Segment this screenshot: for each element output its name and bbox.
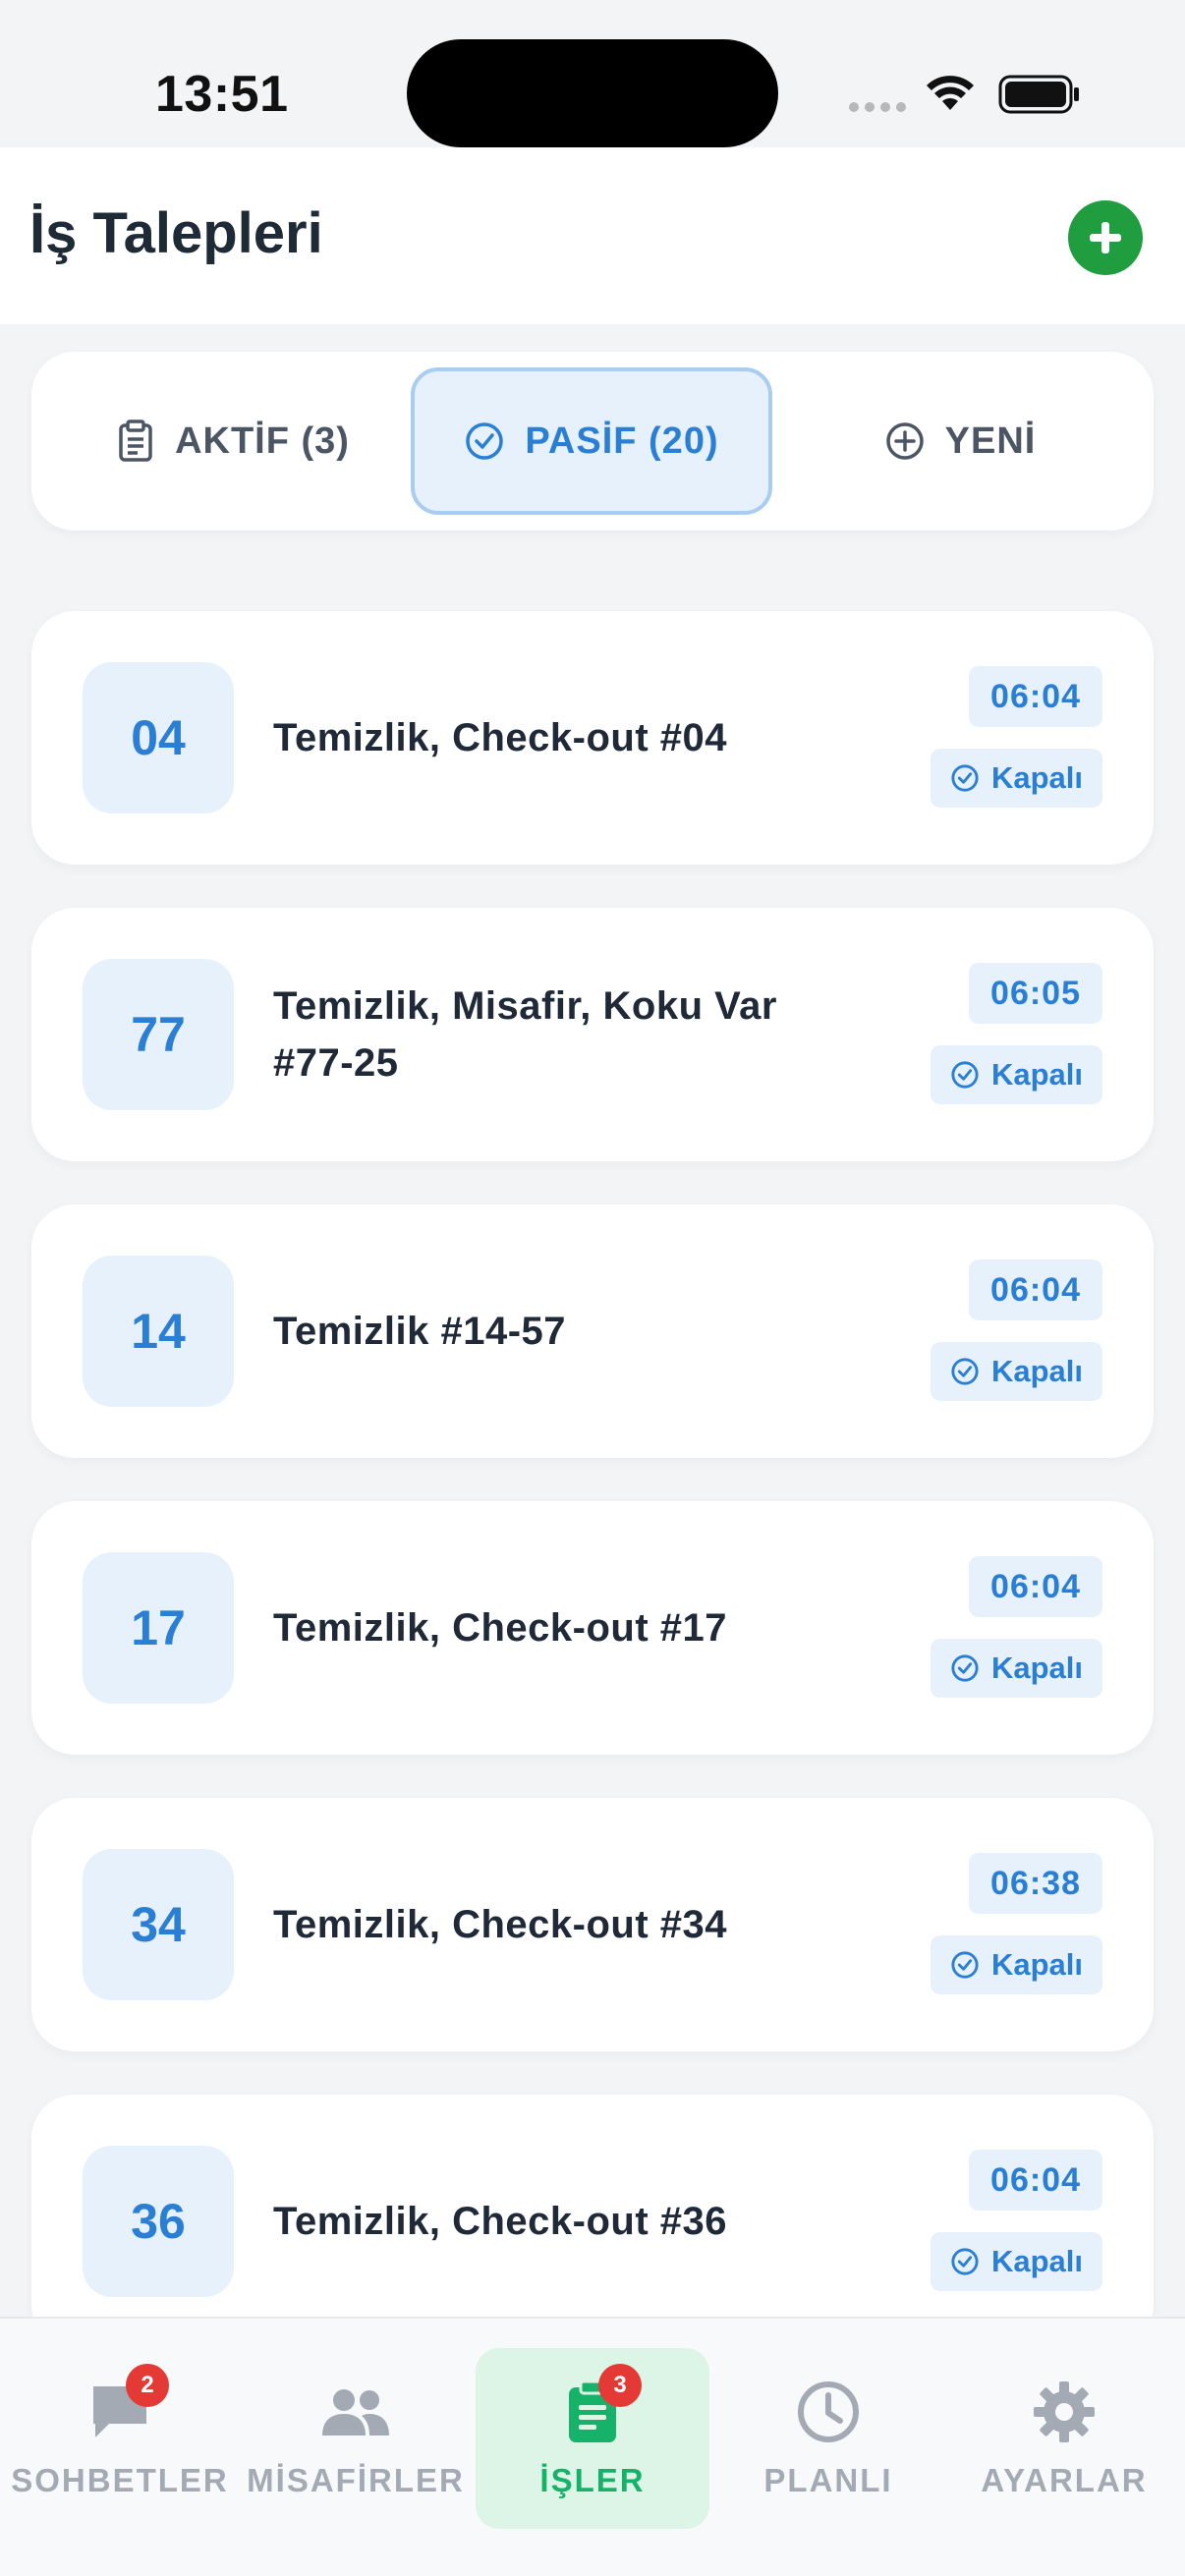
job-title: Temizlik, Check-out #04: [273, 716, 728, 759]
check-circle-icon: [951, 1061, 979, 1089]
page-title: İş Talepleri: [29, 201, 323, 265]
time-badge: 06:05: [969, 963, 1102, 1024]
status-label: Kapalı: [990, 1354, 1083, 1388]
status-badge: Kapalı: [930, 749, 1102, 808]
nav-isler[interactable]: 3 İŞLER: [476, 2348, 709, 2529]
clock-icon: [798, 2381, 859, 2442]
time-badge: 06:38: [969, 1853, 1102, 1914]
status-label: Kapalı: [990, 2244, 1083, 2278]
check-circle-icon: [951, 1358, 979, 1385]
status-tabs: AKTİF (3) PASİF (20) YENİ: [31, 352, 1154, 531]
dynamic-island: [407, 39, 778, 147]
battery-icon: [998, 75, 1079, 114]
job-card[interactable]: 36 Temizlik, Check-out #36 06:04 Kapalı: [31, 2095, 1154, 2348]
job-title: Temizlik, Check-out #36: [273, 2200, 728, 2243]
room-number: 36: [83, 2146, 234, 2297]
tab-yeni-label: YENİ: [944, 420, 1037, 462]
status-badge: Kapalı: [930, 1639, 1102, 1698]
status-badge: Kapalı: [930, 2232, 1102, 2291]
status-badge: Kapalı: [930, 1935, 1102, 1994]
plus-circle-icon: [885, 422, 924, 460]
wifi-icon: [927, 76, 974, 110]
status-label: Kapalı: [990, 760, 1083, 795]
time-badge: 06:04: [969, 1556, 1102, 1617]
nav-ayarlar[interactable]: AYARLAR: [947, 2348, 1181, 2529]
check-circle-icon: [951, 1951, 979, 1979]
time-badge: 06:04: [969, 1260, 1102, 1320]
job-title: Temizlik, Check-out #34: [273, 1903, 728, 1946]
tab-yeni[interactable]: YENİ: [798, 367, 1122, 515]
status-bar: 13:51: [0, 0, 1185, 147]
nav-label: İŞLER: [539, 2462, 646, 2498]
room-number: 34: [83, 1849, 234, 2000]
job-title: Temizlik, Check-out #17: [273, 1606, 728, 1650]
room-number: 04: [83, 662, 234, 813]
cellular-signal-icon: [849, 102, 906, 112]
check-circle-icon: [466, 422, 504, 460]
nav-label: MİSAFİRLER: [247, 2462, 465, 2498]
tab-pasif-label: PASİF (20): [525, 420, 719, 462]
nav-label: AYARLAR: [981, 2462, 1148, 2498]
status-badge: Kapalı: [930, 1045, 1102, 1104]
add-request-button[interactable]: [1068, 200, 1143, 275]
gear-icon: [1034, 2381, 1095, 2442]
job-title: Temizlik #14-57: [273, 1310, 567, 1353]
time-badge: 06:04: [969, 666, 1102, 727]
status-time: 13:51: [155, 66, 289, 123]
unread-badge: 2: [126, 2364, 169, 2407]
time-badge: 06:04: [969, 2150, 1102, 2211]
job-card[interactable]: 14 Temizlik #14-57 06:04 Kapalı: [31, 1204, 1154, 1458]
status-label: Kapalı: [990, 1947, 1083, 1982]
status-label: Kapalı: [990, 1057, 1083, 1092]
check-circle-icon: [951, 1654, 979, 1682]
status-badge: Kapalı: [930, 1342, 1102, 1401]
people-icon: [322, 2389, 389, 2436]
nav-sohbetler[interactable]: 2 SOHBETLER: [3, 2348, 237, 2529]
tab-pasif[interactable]: PASİF (20): [411, 367, 772, 515]
tab-aktif[interactable]: AKTİF (3): [71, 367, 395, 515]
job-card[interactable]: 34 Temizlik, Check-out #34 06:38 Kapalı: [31, 1798, 1154, 2051]
status-label: Kapalı: [990, 1651, 1083, 1685]
nav-misafirler[interactable]: MİSAFİRLER: [239, 2348, 473, 2529]
room-number: 14: [83, 1256, 234, 1407]
check-circle-icon: [951, 2248, 979, 2275]
task-count-badge: 3: [598, 2364, 642, 2407]
clipboard-icon: [119, 420, 152, 462]
check-circle-icon: [951, 764, 979, 792]
nav-label: SOHBETLER: [11, 2462, 229, 2498]
nav-label: PLANLI: [763, 2462, 893, 2498]
screen: 13:51 İş Talepleri AKTİF (3) PASİF (20) …: [0, 0, 1185, 2576]
room-number: 77: [83, 959, 234, 1110]
job-card[interactable]: 77 Temizlik, Misafir, Koku Var #77-25 06…: [31, 908, 1154, 1161]
tab-aktif-label: AKTİF (3): [175, 420, 350, 462]
job-card[interactable]: 04 Temizlik, Check-out #04 06:04 Kapalı: [31, 611, 1154, 865]
job-card[interactable]: 17 Temizlik, Check-out #17 06:04 Kapalı: [31, 1501, 1154, 1755]
plus-icon: [1090, 222, 1121, 253]
nav-planli[interactable]: PLANLI: [711, 2348, 945, 2529]
bottom-tab-bar: 2 SOHBETLER MİSAFİRLER 3 İŞLER PLANLI AY…: [0, 2317, 1185, 2576]
job-title: Temizlik, Misafir, Koku Var #77-25: [273, 984, 777, 1085]
app-header: İş Talepleri: [0, 147, 1185, 324]
room-number: 17: [83, 1552, 234, 1704]
